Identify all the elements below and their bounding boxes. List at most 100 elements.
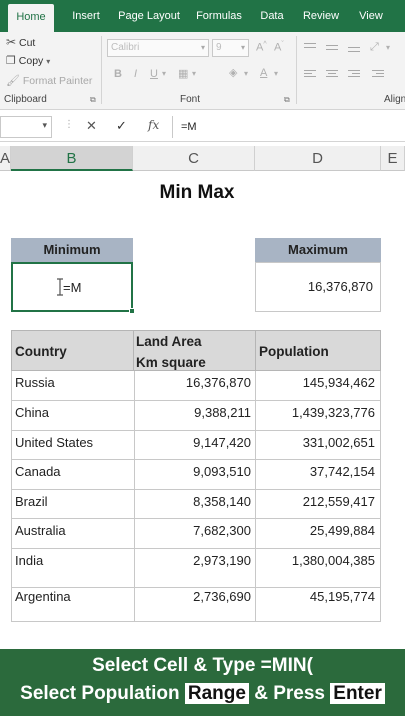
area-cell: 2,973,190 [134,549,254,587]
country-cell: Russia [15,375,55,390]
font-name-box[interactable]: Calibri ▾ [107,39,209,57]
copy-icon: ❐ [6,55,16,67]
dialog-launcher-icon[interactable]: ⧉ [90,95,96,105]
maximum-header: Maximum [255,238,381,262]
country-header: Country [15,344,67,359]
more-dots-icon: ⋮ [64,119,74,130]
chevron-down-icon[interactable]: ▾ [192,69,196,78]
maximum-cell-value: 16,376,870 [307,279,373,294]
scissors-icon: ✂ [6,35,17,49]
table-row[interactable]: Russia 16,376,870 145,934,462 [11,371,381,401]
font-color-icon[interactable]: A [260,67,267,79]
area-cell: 2,736,690 [134,588,254,621]
table-header-row: Country Land Area Km square Population [11,330,381,371]
chevron-down-icon[interactable]: ▾ [244,69,248,78]
sheet-title: Min Max [159,182,235,203]
copy-button[interactable]: ❐ Copy ▾ [6,54,50,67]
area-cell: 9,093,510 [134,460,254,489]
font-group-label: Font [180,94,201,105]
country-cell: Canada [15,464,61,479]
table-row[interactable]: China 9,388,211 1,439,323,776 [11,401,381,431]
country-cell: India [15,553,44,568]
formula-input[interactable]: =M [172,116,405,138]
population-cell: 331,002,651 [255,431,381,459]
enter-icon[interactable]: ✓ [116,118,127,134]
tab-review[interactable]: Review [298,0,344,32]
country-cell: China [15,405,49,420]
bold-icon[interactable]: B [114,68,122,80]
ribbon-separator [101,36,102,104]
format-painter-button[interactable]: 🖌 Format Painter [6,74,92,87]
ribbon-tab-bar: Home Insert Page Layout Formulas Data Re… [0,0,405,32]
increase-font-icon[interactable]: A^ [256,41,267,54]
tab-home[interactable]: Home [8,4,54,32]
country-cell: Brazil [15,494,48,509]
population-cell: 45,195,774 [255,588,381,621]
table-row[interactable]: India 2,973,190 1,380,004,385 [11,549,381,588]
table-row[interactable]: United States 9,147,420 331,002,651 [11,431,381,460]
formula-bar: ▾ ⋮ ✕ ✓ fx =M [0,112,405,142]
chevron-down-icon[interactable]: ▾ [274,69,278,78]
ribbon-separator [296,36,297,104]
tab-data[interactable]: Data [256,0,288,32]
fill-handle[interactable] [129,308,135,314]
font-size-box[interactable]: 9 ▾ [212,39,249,57]
minimum-header: Minimum [11,238,133,262]
table-row[interactable]: Brazil 8,358,140 212,559,417 [11,490,381,519]
column-header-a[interactable]: A [0,146,11,171]
area-cell: 9,388,211 [134,401,254,430]
caption-highlight: Enter [330,683,385,704]
tab-insert[interactable]: Insert [66,0,106,32]
cut-button[interactable]: ✂ Cut [6,35,35,49]
area-cell: 16,376,870 [134,371,254,400]
column-header-e[interactable]: E [381,146,405,171]
tab-page-layout[interactable]: Page Layout [116,0,182,32]
population-cell: 212,559,417 [255,490,381,518]
minimum-cell[interactable]: =M [11,262,135,314]
orientation-icon[interactable]: ⤢ [370,41,379,54]
cancel-icon[interactable]: ✕ [86,118,97,134]
insert-function-button[interactable]: fx [148,118,159,132]
fill-color-icon[interactable]: ◈ [229,66,237,79]
caption-text: & Press [254,683,325,704]
chevron-down-icon[interactable]: ▾ [162,69,166,78]
population-cell: 25,499,884 [255,519,381,548]
paintbrush-icon: 🖌 [6,75,20,87]
country-cell: Australia [15,523,66,538]
column-header-b[interactable]: B [11,146,133,171]
population-header: Population [259,344,329,359]
population-cell: 37,742,154 [255,460,381,489]
area-cell: 9,147,420 [134,431,254,459]
ribbon-home: ✂ Cut ❐ Copy ▾ 🖌 Format Painter Clipboar… [0,32,405,110]
area-cell: 7,682,300 [134,519,254,548]
caption-line-1: Select Cell & Type =MIN( [92,655,313,676]
maximum-cell[interactable]: 16,376,870 [255,262,381,312]
population-cell: 145,934,462 [255,371,381,400]
column-header-c[interactable]: C [133,146,255,171]
tab-formulas[interactable]: Formulas [192,0,246,32]
name-box[interactable]: ▾ [0,116,52,138]
table-row[interactable]: Canada 9,093,510 37,742,154 [11,460,381,490]
chevron-down-icon[interactable]: ▾ [386,43,390,52]
table-row[interactable]: Australia 7,682,300 25,499,884 [11,519,381,549]
chevron-down-icon: ▾ [46,57,51,66]
minimum-cell-value: =M [63,280,82,295]
clipboard-group-label: Clipboard [4,94,47,105]
italic-icon[interactable]: I [134,68,137,80]
dialog-launcher-icon[interactable]: ⧉ [284,95,290,105]
country-cell: United States [15,435,94,450]
borders-icon[interactable]: ▦ [178,67,188,80]
chevron-down-icon: ▾ [240,43,245,52]
tab-view[interactable]: View [354,0,388,32]
underline-icon[interactable]: U [150,68,158,80]
chevron-down-icon: ▾ [42,120,47,130]
table-row[interactable]: Argentina 2,736,690 45,195,774 [11,588,381,622]
chevron-down-icon: ▾ [200,43,205,52]
caption-text: Select Population [20,683,180,704]
decrease-font-icon[interactable]: Aˇ [274,41,284,54]
caption-line-2: Select Population Range & Press Enter [0,683,405,705]
population-cell: 1,380,004,385 [255,549,381,587]
land-area-unit-header: Km square [136,355,206,370]
column-header-d[interactable]: D [255,146,381,171]
instruction-caption: Select Cell & Type =MIN( Select Populati… [0,646,405,716]
